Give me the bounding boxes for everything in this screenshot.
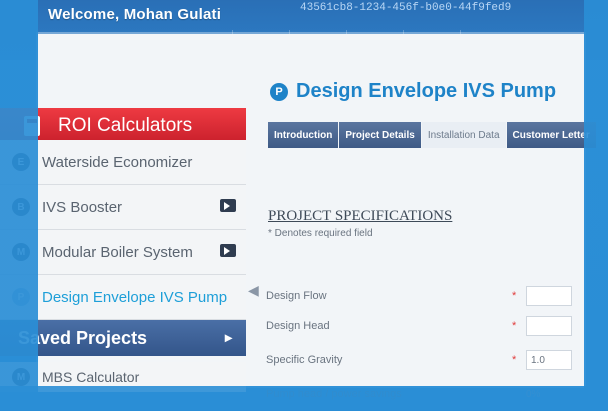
- sidebar-item-label: Design Envelope IVS Pump: [42, 288, 228, 306]
- item-badge: P: [12, 288, 30, 306]
- roi-calculator-list: E Waterside Economizer B IVS Booster M M…: [0, 140, 246, 320]
- tab-introduction[interactable]: Introduction: [268, 122, 339, 148]
- sidebar-item-modular-boiler-system[interactable]: M Modular Boiler System: [0, 230, 246, 275]
- field-label: Pump head / power savings: [266, 388, 402, 400]
- tab-project-details[interactable]: Project Details: [339, 122, 421, 148]
- roi-calculators-header[interactable]: ROI Calculators: [0, 108, 246, 144]
- tab-installation-data[interactable]: Installation Data: [421, 122, 506, 148]
- field-pump-head-power-savings: Pump head / power savings 0%: [266, 380, 586, 408]
- item-badge: B: [12, 198, 30, 216]
- calculator-icon: [24, 116, 40, 136]
- specific-gravity-input[interactable]: 1.0: [526, 350, 572, 370]
- savings-value: 0%: [526, 388, 541, 400]
- screen-frame: Welcome, Mohan Gulati 43561cb8-1234-456f…: [0, 0, 608, 411]
- roi-calculators-title: ROI Calculators: [58, 115, 193, 136]
- required-note: * Denotes required field: [268, 228, 373, 239]
- sidebar-item-design-envelope-ivs-pump[interactable]: P Design Envelope IVS Pump: [0, 275, 246, 320]
- sidebar-item-label: IVS Booster: [42, 198, 123, 216]
- video-icon[interactable]: [220, 244, 236, 257]
- sidebar-item-ivs-booster[interactable]: B IVS Booster: [0, 185, 246, 230]
- section-title: PROJECT SPECIFICATIONS: [268, 208, 453, 224]
- design-head-input[interactable]: [526, 316, 572, 336]
- field-label: Design Flow: [266, 290, 327, 302]
- page-title-text: Design Envelope IVS Pump: [296, 80, 557, 102]
- item-badge: M: [12, 243, 30, 261]
- collapse-sidebar-icon[interactable]: ◀: [248, 282, 259, 299]
- field-specific-gravity: Specific Gravity * 1.0: [266, 346, 586, 374]
- sidebar-item-label: Waterside Economizer: [42, 153, 193, 171]
- url-fragment: 43561cb8-1234-456f-b0e0-44f9fed9: [300, 2, 512, 14]
- saved-projects-title: Saved Projects: [18, 327, 148, 348]
- field-label: Design Head: [266, 320, 330, 332]
- design-flow-input[interactable]: [526, 286, 572, 306]
- saved-project-label: MBS Calculator: [42, 369, 140, 385]
- required-marker: *: [512, 320, 517, 332]
- saved-project-mbs-calculator[interactable]: M MBS Calculator: [0, 362, 246, 392]
- field-label: Specific Gravity: [266, 354, 343, 366]
- chevron-right-icon: ▸: [224, 329, 232, 345]
- title-badge: P: [270, 82, 288, 101]
- sidebar-item-waterside-economizer[interactable]: E Waterside Economizer: [0, 140, 246, 185]
- tab-bar: Introduction Project Details Installatio…: [268, 122, 597, 150]
- page-title: P Design Envelope IVS Pump: [270, 80, 556, 103]
- tab-customer-letter[interactable]: Customer Letter: [506, 122, 596, 148]
- saved-projects-header[interactable]: Saved Projects ▸: [0, 320, 246, 356]
- sidebar-item-label: Modular Boiler System: [42, 243, 193, 261]
- video-icon[interactable]: [220, 199, 236, 212]
- required-marker: *: [512, 354, 517, 366]
- welcome-text: Welcome, Mohan Gulati: [48, 6, 222, 23]
- field-design-flow: Design Flow *: [266, 282, 586, 310]
- required-marker: *: [512, 290, 517, 302]
- item-badge: M: [12, 368, 30, 386]
- item-badge: E: [12, 153, 30, 171]
- field-design-head: Design Head *: [266, 312, 586, 340]
